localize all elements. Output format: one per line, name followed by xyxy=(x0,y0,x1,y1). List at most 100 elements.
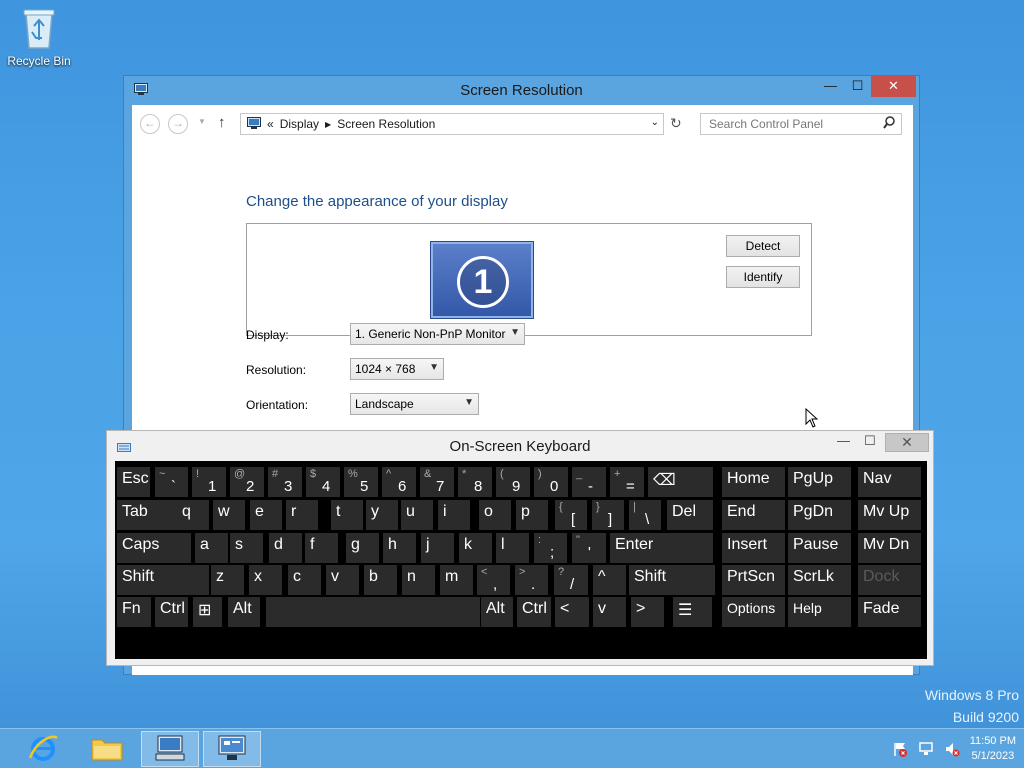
key-options[interactable]: Options xyxy=(722,597,785,627)
key-d[interactable]: d xyxy=(269,533,302,563)
key-9[interactable]: (9 xyxy=(496,467,530,497)
key-mv-up[interactable]: Mv Up xyxy=(858,500,921,530)
key-end[interactable]: End xyxy=(722,500,785,530)
key-pgup[interactable]: PgUp xyxy=(788,467,851,497)
key-a[interactable]: a xyxy=(195,533,228,563)
network-icon[interactable] xyxy=(918,741,934,757)
window-titlebar[interactable]: Screen Resolution — ☐ ✕ xyxy=(124,76,919,105)
system-clock[interactable]: 11:50 PM 5/1/2023 xyxy=(970,734,1016,764)
key-[interactable]: >. xyxy=(515,565,548,595)
key-l[interactable]: l xyxy=(496,533,529,563)
minimize-button[interactable]: — xyxy=(817,76,844,97)
osk-minimize-button[interactable]: — xyxy=(837,433,850,448)
key-p[interactable]: p xyxy=(516,500,548,530)
key-4[interactable]: $4 xyxy=(306,467,340,497)
file-explorer-taskbar-button[interactable] xyxy=(78,731,136,767)
key-[interactable]: _ - xyxy=(572,467,606,497)
key-[interactable]: :; xyxy=(534,533,567,563)
key-[interactable]: + = xyxy=(610,467,644,497)
key-del[interactable]: Del xyxy=(667,500,713,530)
address-dropdown-icon[interactable]: ⌄ xyxy=(651,117,659,128)
key-[interactable]: ? / xyxy=(554,565,588,595)
key-[interactable]: <, xyxy=(477,565,510,595)
key-esc[interactable]: Esc xyxy=(117,467,150,497)
forward-button[interactable]: → xyxy=(168,114,188,134)
key-home[interactable]: Home xyxy=(722,467,785,497)
key-pause[interactable]: Pause xyxy=(788,533,851,563)
monitor-1-tile[interactable]: 1 xyxy=(431,242,533,318)
breadcrumb-overflow[interactable]: « xyxy=(267,117,274,131)
control-panel-taskbar-button[interactable] xyxy=(203,731,261,767)
key-prtscn[interactable]: PrtScn xyxy=(722,565,785,595)
key-mv-dn[interactable]: Mv Dn xyxy=(858,533,921,563)
key-[interactable]: {[ xyxy=(555,500,587,530)
key-space[interactable] xyxy=(266,597,480,627)
key-1[interactable]: ! 1 xyxy=(192,467,226,497)
key-6[interactable]: ^ 6 xyxy=(382,467,416,497)
key-u[interactable]: u xyxy=(401,500,433,530)
key-[interactable]: ^ xyxy=(593,565,626,595)
key-o[interactable]: o xyxy=(479,500,511,530)
search-input[interactable]: Search Control Panel xyxy=(700,113,902,135)
recycle-bin-shortcut[interactable]: Recycle Bin xyxy=(6,6,72,68)
key-[interactable]: ⊞ xyxy=(193,597,222,627)
refresh-icon[interactable]: ↻ xyxy=(670,115,682,132)
key-ctrl[interactable]: Ctrl xyxy=(517,597,551,627)
key-scrlk[interactable]: ScrLk xyxy=(788,565,851,595)
detect-button[interactable]: Detect xyxy=(726,235,800,257)
key-v[interactable]: v xyxy=(326,565,359,595)
key-[interactable]: " ' xyxy=(572,533,606,563)
display-select[interactable]: 1. Generic Non-PnP Monitor ▼ xyxy=(350,323,525,345)
key-e[interactable]: e xyxy=(250,500,282,530)
address-bar[interactable]: « Display ▶ Screen Resolution ⌄ xyxy=(240,113,664,135)
key-f[interactable]: f xyxy=(305,533,338,563)
key-7[interactable]: & 7 xyxy=(420,467,454,497)
key-[interactable]: ~ ` xyxy=(155,467,188,497)
key-[interactable]: }] xyxy=(592,500,624,530)
key-insert[interactable]: Insert xyxy=(722,533,785,563)
breadcrumb-screen-resolution[interactable]: Screen Resolution xyxy=(337,117,435,131)
key-k[interactable]: k xyxy=(459,533,492,563)
key-shift[interactable]: Shift xyxy=(629,565,715,595)
key-r[interactable]: r xyxy=(286,500,318,530)
osk-maximize-button[interactable]: ☐ xyxy=(864,433,876,449)
key-help[interactable]: Help xyxy=(788,597,851,627)
key-y[interactable]: y xyxy=(366,500,398,530)
key-alt[interactable]: Alt xyxy=(228,597,260,627)
osk-taskbar-button[interactable] xyxy=(141,731,199,767)
recent-pages-chevron-icon[interactable]: ▼ xyxy=(198,117,206,126)
key-alt[interactable]: Alt xyxy=(481,597,513,627)
key-5[interactable]: % 5 xyxy=(344,467,378,497)
volume-muted-icon[interactable] xyxy=(944,741,960,757)
key-[interactable]: ⌫ xyxy=(648,467,713,497)
key-pgdn[interactable]: PgDn xyxy=(788,500,851,530)
key-n[interactable]: n xyxy=(402,565,435,595)
key-tab[interactable]: Tab xyxy=(117,500,177,530)
key-z[interactable]: z xyxy=(211,565,244,595)
key-[interactable]: | \ xyxy=(629,500,661,530)
key-nav[interactable]: Nav xyxy=(858,467,921,497)
key-2[interactable]: @2 xyxy=(230,467,264,497)
key-i[interactable]: i xyxy=(438,500,470,530)
key-s[interactable]: s xyxy=(230,533,263,563)
resolution-select[interactable]: 1024 × 768 ▼ xyxy=(350,358,444,380)
key-g[interactable]: g xyxy=(346,533,379,563)
key-m[interactable]: m xyxy=(440,565,473,595)
key-0[interactable]: ) 0 xyxy=(534,467,568,497)
key-x[interactable]: x xyxy=(249,565,282,595)
key-c[interactable]: c xyxy=(288,565,321,595)
key-caps[interactable]: Caps xyxy=(117,533,191,563)
key-dock[interactable]: Dock xyxy=(858,565,921,595)
key-fn[interactable]: Fn xyxy=(117,597,151,627)
key-enter[interactable]: Enter xyxy=(610,533,713,563)
maximize-button[interactable]: ☐ xyxy=(844,76,871,97)
key-fade[interactable]: Fade xyxy=(858,597,921,627)
key-v[interactable]: v xyxy=(593,597,626,627)
identify-button[interactable]: Identify xyxy=(726,266,800,288)
key-w[interactable]: w xyxy=(213,500,245,530)
action-center-flag-icon[interactable] xyxy=(892,741,908,757)
key-[interactable]: > xyxy=(631,597,664,627)
key-3[interactable]: #3 xyxy=(268,467,302,497)
key-[interactable]: < xyxy=(555,597,589,627)
key-t[interactable]: t xyxy=(331,500,363,530)
